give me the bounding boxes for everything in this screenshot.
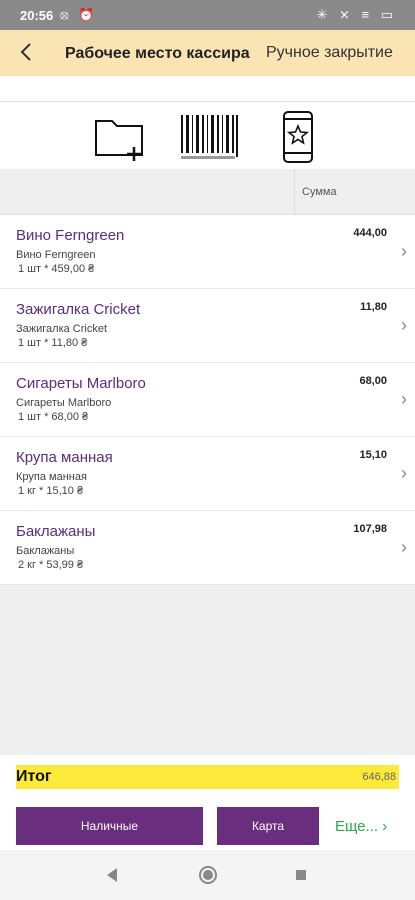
item-subtitle: Баклажаны: [16, 545, 75, 557]
folder-add-icon[interactable]: [92, 109, 148, 165]
item-quantity: 2 кг * 53,99 ₴: [18, 559, 84, 571]
item-subtitle: Крупа манная: [16, 471, 87, 483]
cash-button[interactable]: Наличные: [16, 807, 203, 845]
item-amount: 15,10: [359, 449, 387, 461]
toolbar: [0, 103, 415, 169]
page-title: Рабочее место кассира: [65, 45, 250, 62]
item-name: Баклажаны: [16, 523, 96, 540]
sum-column-header: Сумма: [302, 186, 337, 198]
list-item[interactable]: Зажигалка Cricket Зажигалка Cricket 1 шт…: [0, 289, 415, 363]
item-name: Вино Ferngreen: [16, 227, 125, 244]
spacer: [0, 76, 415, 102]
item-subtitle: Зажигалка Cricket: [16, 323, 108, 335]
nav-home-icon[interactable]: [197, 864, 219, 886]
list-item[interactable]: Крупа манная Крупа манная 1 кг * 15,10 ₴…: [0, 437, 415, 511]
item-quantity: 1 шт * 11,80 ₴: [18, 337, 88, 349]
chevron-right-icon: ›: [401, 315, 407, 335]
chevron-right-icon: ›: [401, 389, 407, 409]
item-name: Сигареты Marlboro: [16, 375, 146, 392]
nav-recents-icon[interactable]: [290, 864, 312, 886]
card-button[interactable]: Карта: [217, 807, 319, 845]
total-section: Итог 646,88: [0, 755, 415, 802]
column-divider: [294, 169, 295, 215]
system-nav-bar: [0, 850, 415, 900]
chevron-right-icon: ›: [401, 537, 407, 557]
chevron-left-icon[interactable]: [14, 39, 40, 65]
status-icons-right: ✳ ⨯ ≡ ▭: [316, 7, 397, 22]
item-amount: 444,00: [353, 227, 387, 239]
list-item[interactable]: Сигареты Marlboro Сигареты Marlboro 1 шт…: [0, 363, 415, 437]
total-value: 646,88: [362, 771, 396, 783]
item-quantity: 1 кг * 15,10 ₴: [18, 485, 84, 497]
status-bar: 20:56 ⦻ ⏰ ✳ ⨯ ≡ ▭: [0, 0, 415, 30]
phone-star-icon[interactable]: [280, 109, 316, 165]
chevron-right-icon: ›: [401, 463, 407, 483]
manual-close-button[interactable]: Ручное закрытие: [266, 44, 393, 62]
empty-area: [0, 585, 415, 755]
item-quantity: 1 шт * 459,00 ₴: [18, 263, 95, 275]
item-subtitle: Вино Ferngreen: [16, 249, 96, 261]
app-bar: Рабочее место кассира Ручное закрытие: [0, 30, 415, 76]
barcode-icon[interactable]: [178, 109, 240, 165]
item-subtitle: Сигареты Marlboro: [16, 397, 112, 409]
status-icons-left: ⦻ ⏰: [60, 7, 98, 22]
item-amount: 107,98: [353, 523, 387, 535]
item-name: Зажигалка Cricket: [16, 301, 141, 318]
item-amount: 11,80: [360, 301, 387, 313]
item-name: Крупа манная: [16, 449, 113, 466]
list-item[interactable]: Баклажаны Баклажаны 2 кг * 53,99 ₴ 107,9…: [0, 511, 415, 585]
payment-buttons: Наличные Карта Еще... ›: [0, 802, 415, 850]
item-amount: 68,00: [359, 375, 387, 387]
list-item[interactable]: Вино Ferngreen Вино Ferngreen 1 шт * 459…: [0, 215, 415, 289]
receipt-item-list: Вино Ferngreen Вино Ferngreen 1 шт * 459…: [0, 215, 415, 585]
chevron-right-icon: ›: [401, 241, 407, 261]
item-quantity: 1 шт * 68,00 ₴: [18, 411, 89, 423]
nav-back-icon[interactable]: [102, 864, 124, 886]
table-header: Сумма: [0, 169, 415, 215]
more-button[interactable]: Еще... ›: [335, 818, 387, 835]
total-bar: Итог 646,88: [16, 765, 399, 789]
total-label: Итог: [16, 768, 52, 785]
status-time: 20:56: [20, 8, 54, 23]
